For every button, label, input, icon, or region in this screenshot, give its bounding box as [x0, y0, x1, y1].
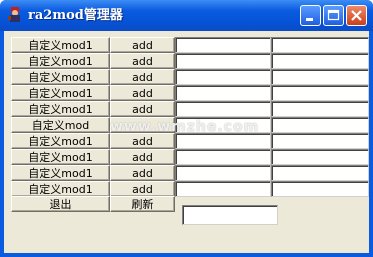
mod-button[interactable]: 自定义mod1 — [11, 37, 110, 53]
window-title: ra2mod管理器 — [28, 8, 123, 23]
mod-button[interactable]: 自定义mod — [11, 117, 110, 133]
client-area: 自定义mod1 add 自定义mod1 add 自定义mod1 add 自定义mod1 add… — [4, 31, 369, 253]
mod-button[interactable]: 自定义mod1 — [11, 165, 110, 181]
mod-name-field[interactable] — [175, 37, 271, 53]
mod-name-field[interactable] — [175, 181, 271, 197]
mod-button[interactable]: 自定义mod1 — [11, 53, 110, 69]
mod-name-field[interactable] — [175, 101, 271, 117]
app-window: ra2mod管理器 自定义mod1 add 自定义mod1 add 自定义mod1 add… — [0, 0, 373, 257]
mod-path-field[interactable] — [271, 101, 369, 117]
add-button[interactable]: add — [110, 181, 175, 197]
mod-name-field[interactable] — [175, 133, 271, 149]
mod-path-field[interactable] — [271, 117, 369, 133]
mod-path-field[interactable] — [271, 181, 369, 197]
mod-path-field[interactable] — [271, 149, 369, 165]
mod-name-field[interactable] — [175, 69, 271, 85]
add-button[interactable]: add — [110, 69, 175, 85]
close-icon — [351, 10, 362, 21]
mod-button[interactable]: 自定义mod1 — [11, 181, 110, 197]
app-icon — [8, 7, 20, 22]
mod-button[interactable]: 自定义mod1 — [11, 149, 110, 165]
watermark: www.wmzhe.com — [110, 119, 260, 135]
add-button[interactable]: add — [110, 53, 175, 69]
status-field[interactable] — [182, 205, 278, 225]
close-button[interactable] — [346, 5, 367, 26]
mod-path-field[interactable] — [271, 37, 369, 53]
add-button[interactable]: add — [110, 149, 175, 165]
maximize-icon — [327, 9, 340, 21]
mod-path-field[interactable] — [271, 69, 369, 85]
mod-name-field[interactable] — [175, 53, 271, 69]
mod-path-field[interactable] — [271, 165, 369, 181]
minimize-button[interactable] — [300, 5, 321, 26]
mod-name-field[interactable] — [175, 85, 271, 101]
refresh-button[interactable]: 刷新 — [110, 196, 175, 212]
add-button[interactable]: add — [110, 165, 175, 181]
exit-button[interactable]: 退出 — [11, 196, 110, 212]
mod-path-field[interactable] — [271, 85, 369, 101]
add-button[interactable]: add — [110, 37, 175, 53]
mod-button[interactable]: 自定义mod1 — [11, 69, 110, 85]
mod-button[interactable]: 自定义mod1 — [11, 85, 110, 101]
title-bar[interactable]: ra2mod管理器 — [0, 0, 373, 31]
minimize-icon — [306, 18, 313, 21]
mod-path-field[interactable] — [271, 133, 369, 149]
mod-path-field[interactable] — [271, 53, 369, 69]
mod-name-field[interactable] — [175, 149, 271, 165]
add-button[interactable]: add — [110, 133, 175, 149]
mod-name-field[interactable] — [175, 165, 271, 181]
add-button[interactable]: add — [110, 85, 175, 101]
mod-button[interactable]: 自定义mod1 — [11, 101, 110, 117]
add-button[interactable]: add — [110, 101, 175, 117]
mod-button[interactable]: 自定义mod1 — [11, 133, 110, 149]
maximize-button[interactable] — [323, 5, 344, 26]
